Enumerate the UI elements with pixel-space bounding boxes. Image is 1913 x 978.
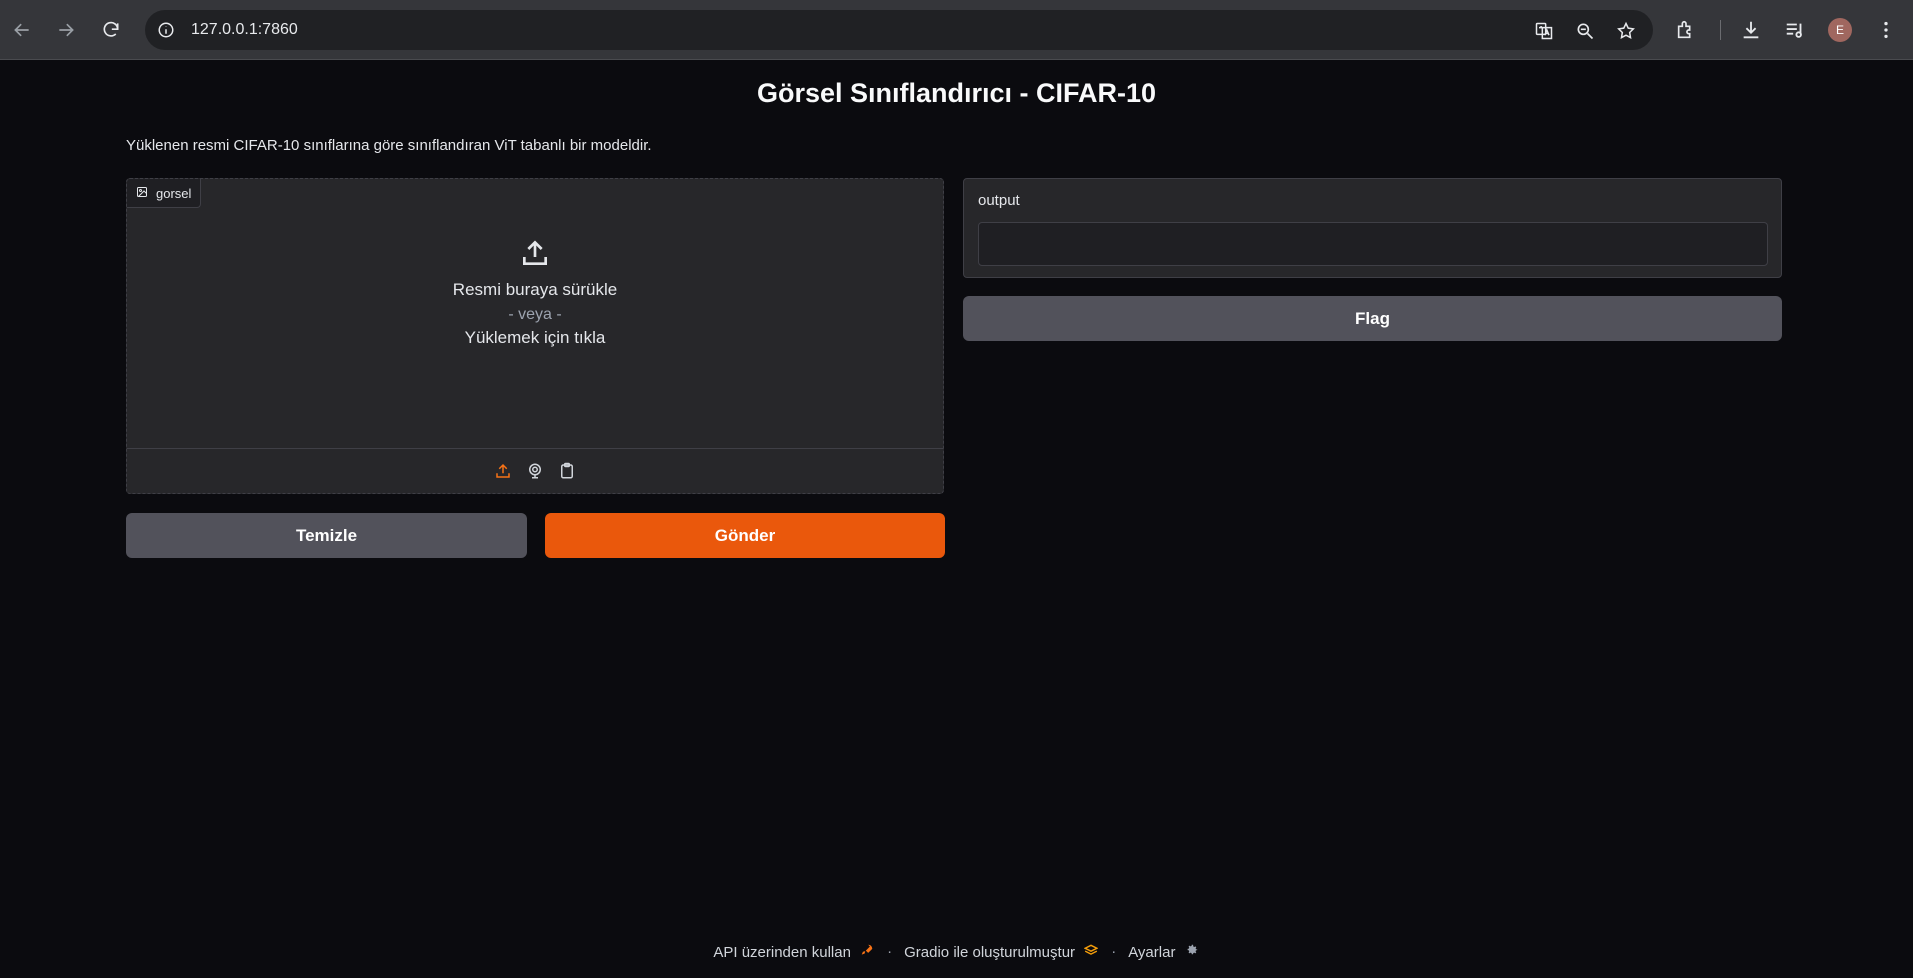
dropzone-drag-text: Resmi buraya sürükle	[452, 280, 618, 299]
rocket-icon	[859, 942, 875, 958]
output-label: output	[978, 192, 1020, 209]
settings-link-text: Ayarlar	[1128, 944, 1176, 961]
back-icon[interactable]	[6, 14, 38, 46]
gradio-link[interactable]: Gradio ile oluşturulmuştur	[904, 942, 1099, 961]
download-icon[interactable]	[1737, 16, 1765, 44]
flag-button[interactable]: Flag	[963, 296, 1782, 341]
image-input-block: gorsel Resmi buraya sürükle - veya - Yük…	[126, 178, 944, 494]
gradio-link-text: Gradio ile oluşturulmuştur	[904, 944, 1076, 961]
upload-dropzone[interactable]: Resmi buraya sürükle - veya - Yüklemek i…	[127, 207, 943, 477]
site-info-icon[interactable]	[155, 19, 177, 41]
upload-icon	[519, 237, 551, 274]
dropzone-click-text: Yüklemek için tıkla	[464, 328, 606, 347]
upload-source-icon[interactable]	[493, 461, 513, 481]
output-block: output	[963, 178, 1782, 278]
extensions-icon[interactable]	[1672, 16, 1700, 44]
menu-kebab-icon[interactable]	[1872, 16, 1900, 44]
address-bar[interactable]: 127.0.0.1:7860	[145, 10, 1653, 50]
toolbar-divider	[1720, 20, 1721, 40]
gear-icon	[1184, 942, 1200, 958]
forward-icon[interactable]	[50, 14, 82, 46]
api-link-text: API üzerinden kullan	[713, 944, 851, 961]
output-textbox[interactable]	[978, 222, 1768, 266]
settings-link[interactable]: Ayarlar	[1128, 942, 1199, 961]
footer: API üzerinden kullan · Gradio ile oluştu…	[0, 942, 1913, 961]
media-controls-icon[interactable]	[1781, 16, 1809, 44]
page-title: Görsel Sınıflandırıcı - CIFAR-10	[756, 78, 1157, 108]
url-text[interactable]: 127.0.0.1:7860	[191, 19, 298, 41]
bookmark-star-icon[interactable]	[1614, 19, 1638, 43]
source-selector	[127, 448, 943, 493]
clipboard-source-icon[interactable]	[557, 461, 577, 481]
gradio-logo-icon	[1083, 942, 1099, 958]
zoom-out-icon[interactable]	[1573, 19, 1597, 43]
dropzone-or-text: - veya -	[508, 306, 562, 323]
image-input-label-text: gorsel	[156, 185, 192, 201]
api-link[interactable]: API üzerinden kullan	[713, 942, 875, 961]
profile-avatar[interactable]: E	[1828, 18, 1852, 42]
submit-button[interactable]: Gönder	[545, 513, 945, 558]
clear-button[interactable]: Temizle	[126, 513, 527, 558]
browser-toolbar: 127.0.0.1:7860 E	[0, 0, 1913, 60]
translate-icon[interactable]	[1532, 19, 1556, 43]
page-description: Yüklenen resmi CIFAR-10 sınıflarına göre…	[126, 137, 652, 154]
image-icon	[136, 186, 148, 201]
footer-separator: ·	[1111, 943, 1117, 960]
webcam-source-icon[interactable]	[525, 461, 545, 481]
footer-separator: ·	[887, 943, 893, 960]
image-input-label: gorsel	[127, 179, 202, 208]
reload-icon[interactable]	[95, 14, 127, 46]
